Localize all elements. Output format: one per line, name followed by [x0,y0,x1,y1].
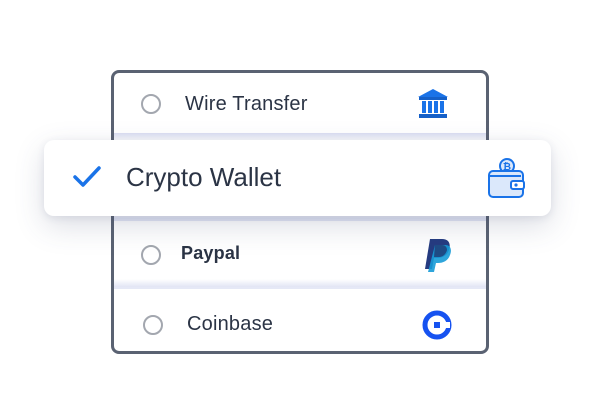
option-wire-transfer[interactable]: Wire Transfer [114,73,486,141]
option-crypto-wallet[interactable]: Crypto Wallet ₿ [44,140,551,216]
option-label: Paypal [181,243,241,263]
option-label: Wire Transfer [185,93,308,115]
option-label: Coinbase [187,313,274,335]
bank-icon [416,87,450,126]
radio-button[interactable] [141,245,161,265]
paypal-icon [423,237,453,278]
checkmark-icon [72,164,102,195]
option-paypal[interactable]: Paypal [114,211,486,287]
option-coinbase[interactable]: Coinbase [114,279,486,351]
radio-button[interactable] [143,315,163,335]
option-label: Crypto Wallet [126,162,282,192]
radio-button[interactable] [141,94,161,114]
wallet-icon: ₿ [487,157,527,204]
coinbase-icon [422,310,452,345]
